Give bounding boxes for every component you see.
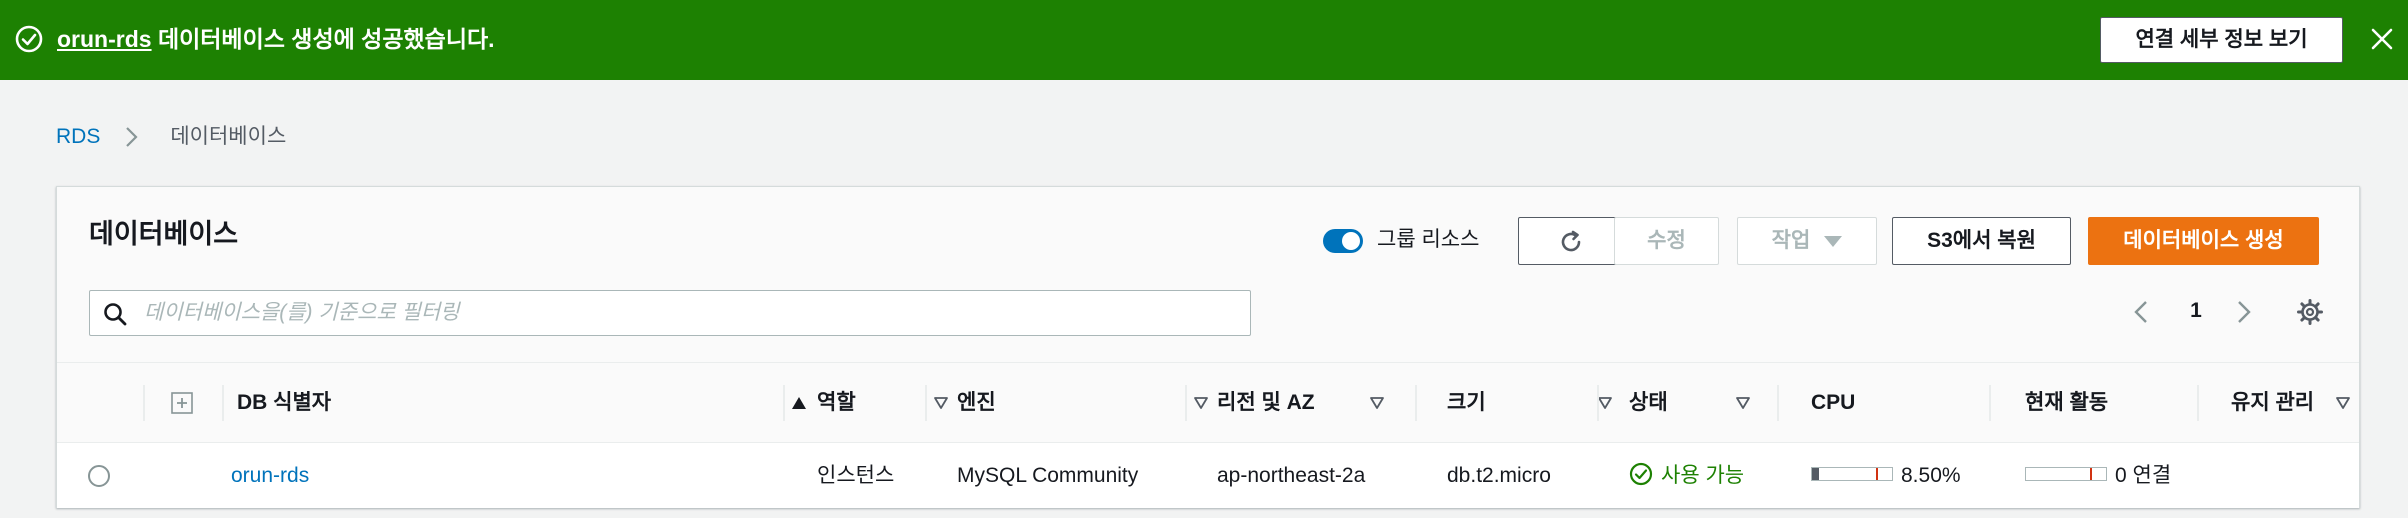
cell-current-activity: 0 연결: [2025, 444, 2171, 508]
activity-meter: [2025, 467, 2107, 482]
banner-db-link[interactable]: orun-rds: [57, 26, 152, 52]
search-icon: [104, 303, 127, 326]
check-circle-icon: [1629, 463, 1653, 486]
refresh-button[interactable]: [1518, 217, 1622, 265]
column-divider: [1597, 385, 1599, 421]
banner-message: orun-rds 데이터베이스 생성에 성공했습니다.: [57, 24, 495, 54]
refresh-icon: [1561, 230, 1581, 252]
restore-from-s3-button[interactable]: S3에서 복원: [1892, 217, 2071, 265]
column-header-db-identifier[interactable]: DB 식별자: [231, 363, 821, 443]
table-header: DB 식별자 역할 엔진 리전 및 AZ 크기 상태 CPU 현재 활동 유지 …: [57, 363, 2359, 443]
chevron-left-icon[interactable]: [2130, 299, 2154, 325]
chevron-right-icon[interactable]: [2231, 299, 2255, 325]
column-label: 크기: [1447, 391, 1486, 414]
column-header-region-az[interactable]: 리전 및 AZ: [1217, 363, 1417, 443]
cell-role: 인스턴스: [817, 464, 895, 487]
cpu-meter-fill: [1812, 468, 1819, 481]
column-label: 역할: [817, 391, 856, 414]
group-resources-toggle[interactable]: [1323, 229, 1363, 253]
column-label: 리전 및 AZ: [1217, 391, 1315, 414]
view-connection-details-button[interactable]: 연결 세부 정보 보기: [2100, 17, 2343, 63]
breadcrumb-rds[interactable]: RDS: [56, 125, 100, 148]
column-divider: [1777, 385, 1779, 421]
cell-status: 사용 가능: [1629, 444, 1744, 508]
check-circle-icon: [15, 25, 43, 53]
cpu-meter-threshold: [1876, 468, 1878, 481]
status-text: 사용 가능: [1661, 464, 1745, 487]
column-header-current-activity[interactable]: 현재 활동: [2025, 363, 2175, 443]
create-database-button[interactable]: 데이터베이스 생성: [2088, 217, 2319, 265]
column-divider: [783, 385, 785, 421]
actions-button[interactable]: 작업: [1737, 217, 1877, 265]
cell-size: db.t2.micro: [1447, 464, 1551, 487]
panel-title: 데이터베이스: [89, 219, 239, 249]
close-icon[interactable]: [2368, 25, 2396, 53]
column-label: 상태: [1629, 391, 1668, 414]
filter-input[interactable]: [144, 297, 1234, 329]
column-divider: [925, 385, 927, 421]
column-label: CPU: [1811, 391, 1856, 414]
table-row[interactable]: orun-rds 인스턴스 MySQL Community ap-northea…: [57, 444, 2359, 508]
toggle-knob: [1342, 232, 1360, 250]
cpu-value: 8.50%: [1901, 464, 1961, 487]
column-header-maintenance[interactable]: 유지 관리: [2231, 363, 2361, 443]
column-divider: [2197, 385, 2199, 421]
column-header-size[interactable]: 크기: [1447, 363, 1627, 443]
sort-caret-icon: [1736, 397, 1750, 409]
filter-search[interactable]: [89, 290, 1251, 336]
cell-engine: MySQL Community: [957, 464, 1139, 487]
banner-message-text: 데이터베이스 생성에 성공했습니다.: [151, 26, 495, 52]
breadcrumb-current: 데이터베이스: [170, 125, 287, 148]
caret-down-icon: [1824, 235, 1843, 247]
expand-all-icon[interactable]: [170, 391, 194, 415]
pagination-page[interactable]: 1: [2183, 296, 2209, 326]
column-label: 유지 관리: [2231, 391, 2315, 414]
column-label: 현재 활동: [2025, 391, 2109, 414]
column-divider: [143, 385, 145, 421]
sort-caret-icon: [1598, 397, 1612, 409]
cell-db-identifier: orun-rds: [231, 444, 309, 508]
cell-region-az: ap-northeast-2a: [1217, 464, 1366, 487]
column-divider: [1989, 385, 1991, 421]
activity-meter-threshold: [2090, 468, 2092, 481]
panel-header: 데이터베이스 그룹 리소스 수정 작업 S3에서 복원 데이터베이스 생성 1: [57, 187, 2359, 363]
sort-caret-icon: [934, 397, 948, 409]
sort-ascending-icon: [792, 397, 806, 409]
chevron-right-icon: [126, 127, 138, 148]
column-header-engine[interactable]: 엔진: [957, 363, 1217, 443]
activity-value: 0 연결: [2115, 464, 2172, 487]
success-banner: orun-rds 데이터베이스 생성에 성공했습니다. 연결 세부 정보 보기: [0, 0, 2408, 80]
databases-panel: 데이터베이스 그룹 리소스 수정 작업 S3에서 복원 데이터베이스 생성 1: [56, 186, 2360, 508]
gear-icon[interactable]: [2295, 297, 2325, 327]
column-label: 엔진: [957, 391, 996, 414]
sort-caret-icon: [2336, 397, 2350, 409]
column-divider: [222, 385, 224, 421]
sort-caret-icon: [1370, 397, 1384, 409]
breadcrumb: RDS 데이터베이스: [56, 122, 286, 152]
column-header-cpu[interactable]: CPU: [1811, 363, 2011, 443]
row-select-radio[interactable]: [88, 465, 110, 487]
column-divider: [1185, 385, 1187, 421]
column-divider: [1415, 385, 1417, 421]
modify-button[interactable]: 수정: [1614, 217, 1719, 265]
column-header-status[interactable]: 상태: [1629, 363, 1769, 443]
actions-label: 작업: [1771, 229, 1811, 252]
column-label: DB 식별자: [237, 391, 332, 414]
db-identifier-link[interactable]: orun-rds: [231, 464, 309, 487]
sort-caret-icon: [1194, 397, 1208, 409]
cell-cpu: 8.50%: [1811, 444, 1961, 508]
column-header-role[interactable]: 역할: [817, 363, 957, 443]
group-resources-label: 그룹 리소스: [1377, 228, 1480, 251]
cpu-meter: [1811, 467, 1893, 482]
